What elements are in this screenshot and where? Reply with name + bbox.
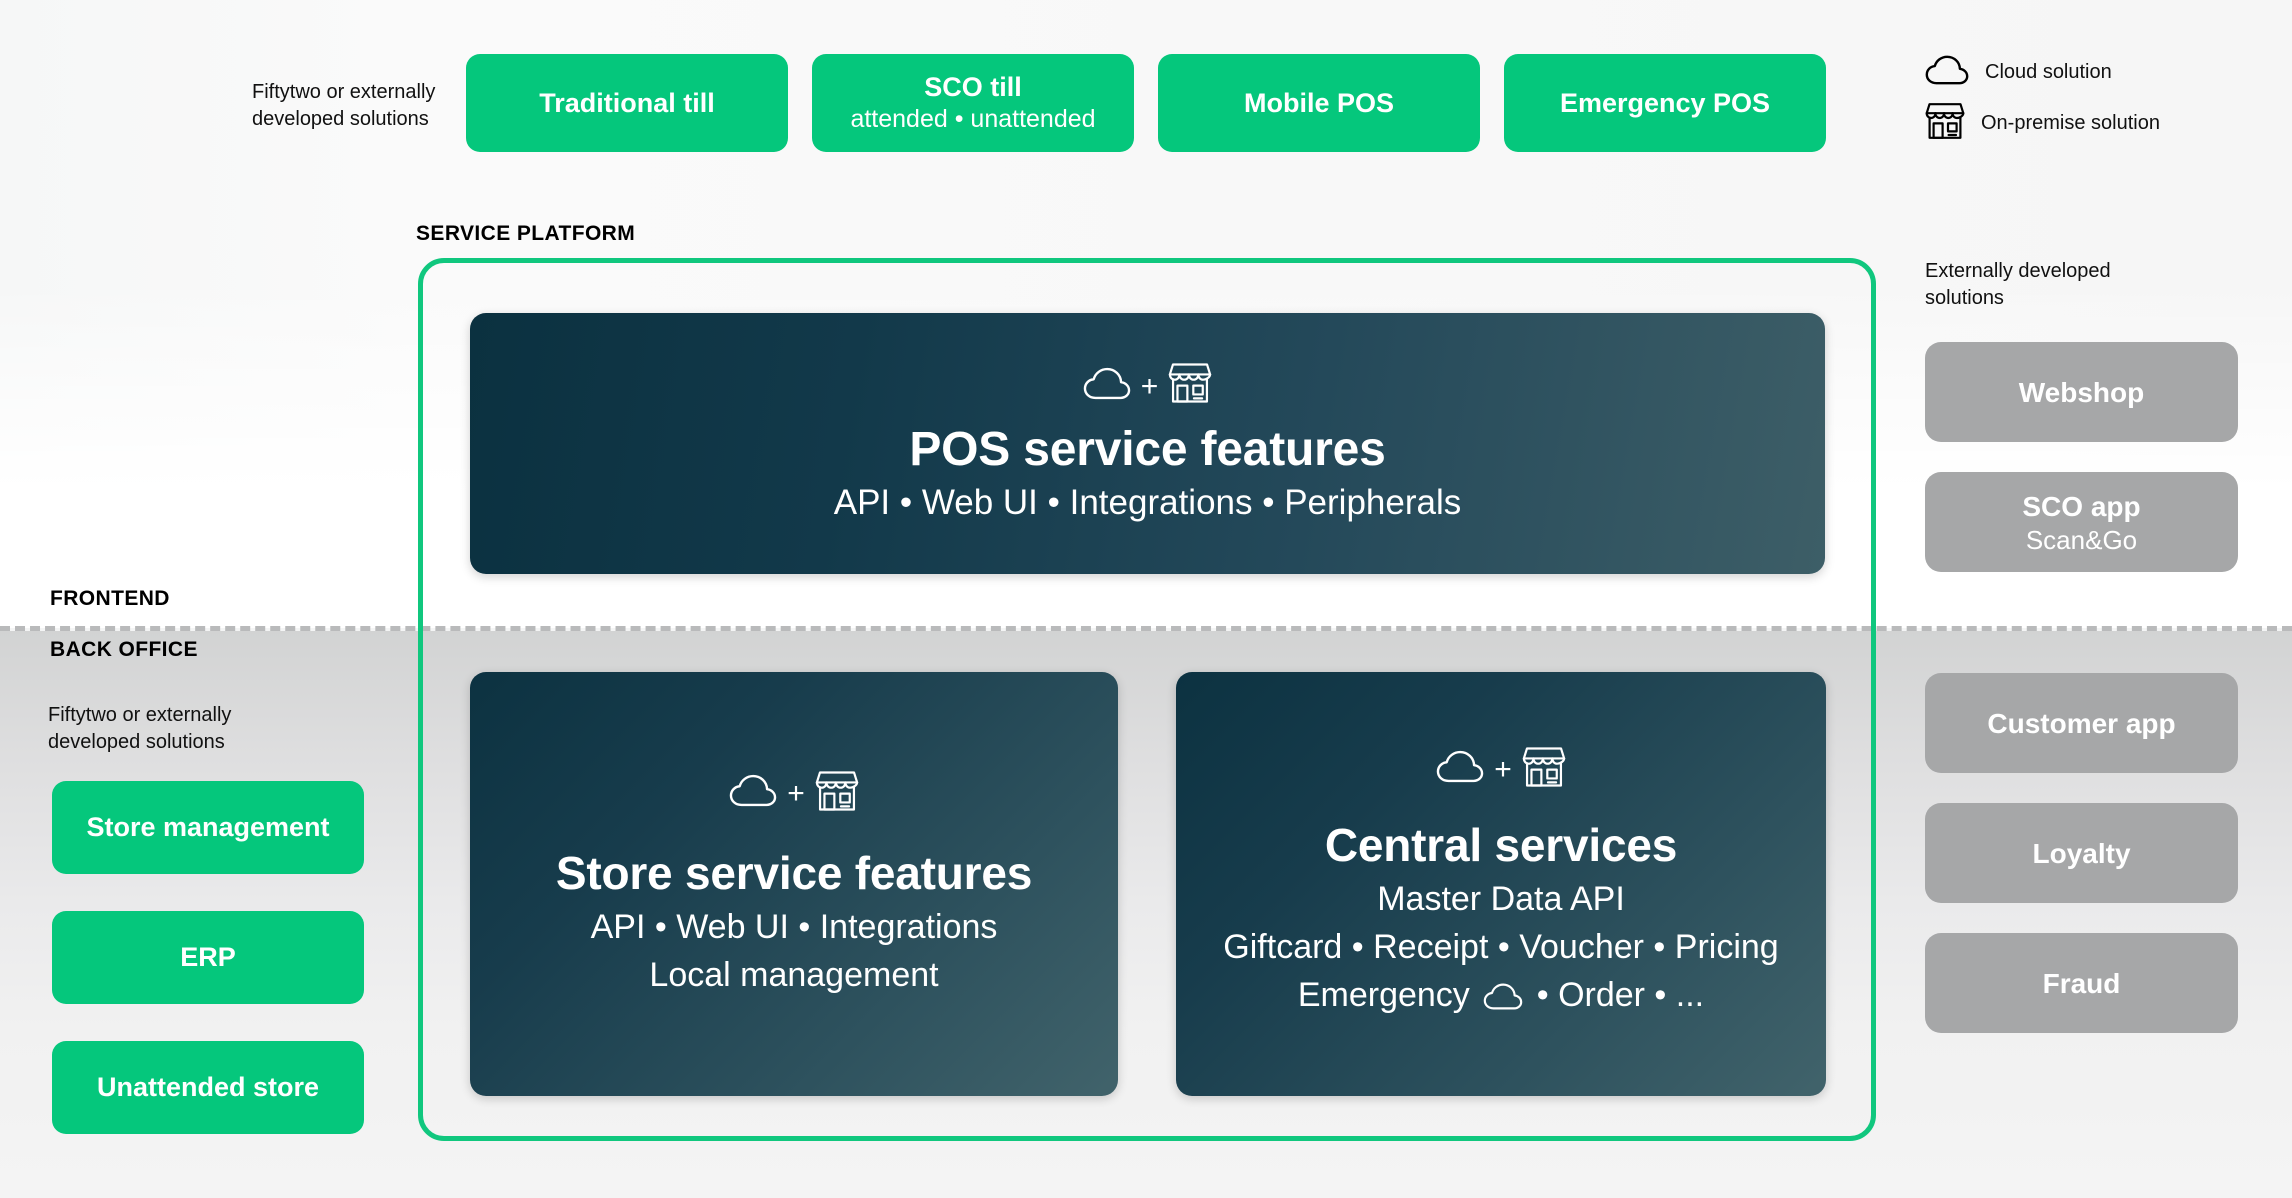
card-central-subtitle-line-2: Giftcard • Receipt • Voucher • Pricing [1223, 923, 1778, 971]
card-central-subtitle: Master Data API Giftcard • Receipt • Vou… [1223, 875, 1778, 1023]
store-icon [1168, 362, 1212, 409]
back-office-title: ERP [180, 941, 236, 974]
card-store-icons: + [729, 770, 859, 817]
legend-item-cloud: Cloud solution [1925, 55, 2160, 90]
external-title: Loyalty [2032, 836, 2130, 871]
external-webshop[interactable]: Webshop [1925, 342, 2238, 442]
legend: Cloud solution On-premise solution [1925, 55, 2160, 145]
back-office-left-caption: Fiftytwo or externally developed solutio… [48, 702, 278, 756]
external-title: SCO app [2022, 489, 2140, 524]
card-store-subtitle-line-1: API • Web UI • Integrations [591, 903, 998, 951]
plus-icon: + [787, 779, 805, 809]
external-loyalty[interactable]: Loyalty [1925, 803, 2238, 903]
store-icon [1925, 102, 1965, 145]
frontend-section-label: FRONTEND [50, 587, 170, 611]
cloud-icon [1436, 750, 1484, 788]
back-office-section-label: BACK OFFICE [50, 638, 198, 662]
channel-mobile-pos[interactable]: Mobile POS [1158, 54, 1480, 152]
card-pos-title: POS service features [909, 421, 1385, 479]
card-central-subtitle-line-3: Emergency • Order • ... [1223, 971, 1778, 1023]
card-store-subtitle-line-2: Local management [591, 951, 998, 999]
card-pos-subtitle: API • Web UI • Integrations • Peripheral… [834, 481, 1462, 525]
external-customer-app[interactable]: Customer app [1925, 673, 2238, 773]
channel-title: Emergency POS [1560, 87, 1770, 120]
card-central-services[interactable]: + Central services Master Data API Giftc… [1176, 672, 1826, 1096]
channel-subtitle: attended • unattended [850, 104, 1095, 135]
channel-title: Traditional till [539, 87, 715, 120]
card-store-subtitle: API • Web UI • Integrations Local manage… [591, 903, 998, 999]
card-store-service-features[interactable]: + Store service features API • Web UI • … [470, 672, 1118, 1096]
cloud-icon [1083, 367, 1131, 405]
external-fraud[interactable]: Fraud [1925, 933, 2238, 1033]
card-central-emergency-text: Emergency [1298, 976, 1470, 1014]
cloud-icon [1925, 55, 1969, 90]
channel-title: Mobile POS [1244, 87, 1394, 120]
external-title: Customer app [1987, 706, 2175, 741]
cloud-icon [729, 774, 777, 812]
channel-sco-till[interactable]: SCO till attended • unattended [812, 54, 1134, 152]
external-sco-app[interactable]: SCO app Scan&Go [1925, 472, 2238, 572]
back-office-title: Store management [86, 811, 329, 844]
back-office-title: Unattended store [97, 1071, 319, 1104]
card-central-order-text: • Order • ... [1537, 976, 1704, 1014]
card-central-icons: + [1436, 746, 1566, 793]
channel-emergency-pos[interactable]: Emergency POS [1504, 54, 1826, 152]
legend-item-store: On-premise solution [1925, 102, 2160, 145]
external-subtitle: Scan&Go [2026, 524, 2137, 556]
back-office-unattended-store[interactable]: Unattended store [52, 1041, 364, 1134]
cloud-icon [1483, 975, 1523, 1023]
card-pos-icons: + [1083, 362, 1213, 409]
external-solutions-caption: Externally developed solutions [1925, 258, 2185, 312]
card-store-title: Store service features [556, 845, 1032, 901]
channel-traditional-till[interactable]: Traditional till [466, 54, 788, 152]
external-title: Fraud [2043, 966, 2121, 1001]
card-central-title: Central services [1325, 817, 1677, 873]
frontend-left-caption: Fiftytwo or externally developed solutio… [252, 79, 462, 133]
channel-title: SCO till [924, 71, 1022, 104]
legend-label-store: On-premise solution [1981, 112, 2160, 135]
legend-label-cloud: Cloud solution [1985, 61, 2112, 84]
external-title: Webshop [2019, 375, 2144, 410]
plus-icon: + [1141, 372, 1159, 402]
card-pos-service-features[interactable]: + POS service features API • Web UI • In… [470, 313, 1825, 574]
back-office-erp[interactable]: ERP [52, 911, 364, 1004]
plus-icon: + [1494, 755, 1512, 785]
store-icon [1522, 746, 1566, 793]
store-icon [815, 770, 859, 817]
back-office-store-management[interactable]: Store management [52, 781, 364, 874]
card-central-subtitle-line-1: Master Data API [1223, 875, 1778, 923]
service-platform-label: SERVICE PLATFORM [416, 222, 635, 246]
diagram-canvas: FRONTEND BACK OFFICE SERVICE PLATFORM Fi… [0, 0, 2292, 1198]
